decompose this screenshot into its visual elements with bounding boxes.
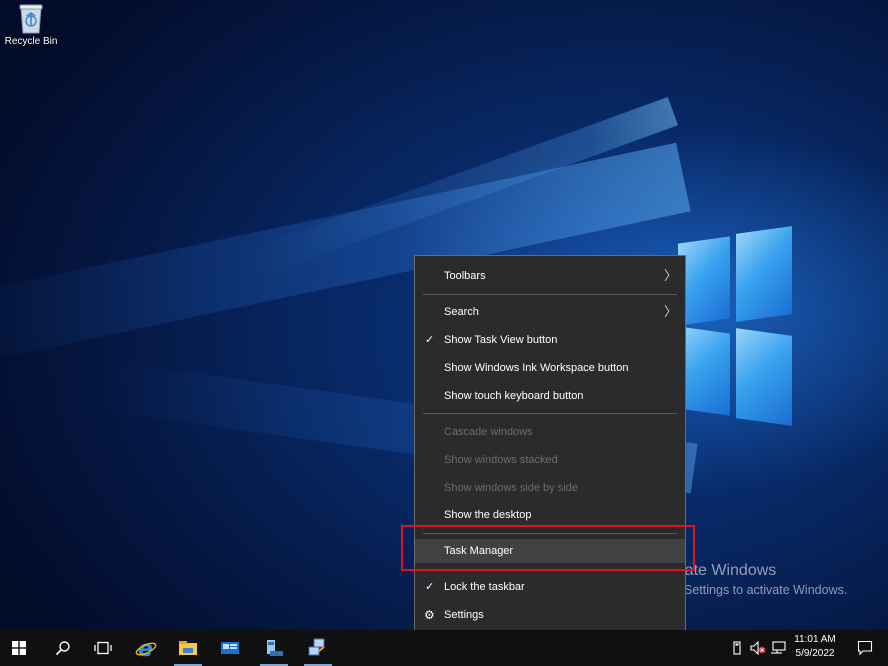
taskbar-clock[interactable]: 11:01 AM 5/9/2022 [790, 630, 840, 666]
menu-item-label: Show windows side by side [444, 482, 578, 494]
menu-item-label: Show Windows Ink Workspace button [444, 362, 629, 374]
usb-icon [733, 641, 741, 655]
menu-item-label: Show the desktop [444, 509, 532, 521]
recycle-bin-label: Recycle Bin [4, 36, 58, 47]
start-button[interactable] [2, 630, 36, 666]
menu-item-lock-taskbar[interactable]: ✓ Lock the taskbar [415, 575, 685, 599]
taskbar-context-menu: Toolbars 〉 Search 〉 ✓ Show Task View but… [414, 255, 686, 635]
volume-tray-button[interactable] [748, 630, 768, 666]
task-view-button[interactable] [86, 630, 120, 666]
volume-muted-icon [750, 641, 766, 655]
checkmark-icon: ✓ [425, 334, 435, 346]
menu-separator [423, 413, 677, 414]
action-center-icon [857, 640, 873, 656]
menu-item-cascade-windows: Cascade windows [415, 420, 685, 444]
chevron-right-icon: 〉 [663, 268, 677, 283]
network-tool-button[interactable] [256, 630, 292, 666]
search-icon [55, 641, 70, 656]
task-view-icon [94, 641, 112, 655]
highlight-box [401, 525, 695, 571]
menu-item-label: Lock the taskbar [444, 581, 525, 593]
menu-item-search[interactable]: Search 〉 [415, 300, 685, 324]
start-icon [12, 641, 26, 655]
menu-item-label: Show touch keyboard button [444, 390, 584, 402]
file-explorer-icon [179, 641, 197, 655]
usb-tray-button[interactable] [728, 630, 746, 666]
network-tray-icon [771, 641, 786, 654]
menu-item-label: Show Task View button [444, 334, 558, 346]
remote-desktop-icon [308, 638, 325, 656]
file-explorer-button[interactable] [170, 630, 206, 666]
menu-item-show-ink-workspace[interactable]: Show Windows Ink Workspace button [415, 356, 685, 380]
clock-time: 11:01 AM [794, 634, 836, 645]
server-manager-button[interactable] [212, 630, 248, 666]
menu-item-show-touch-keyboard[interactable]: Show touch keyboard button [415, 384, 685, 408]
chevron-right-icon: 〉 [663, 304, 677, 319]
server-manager-icon [221, 642, 239, 654]
recycle-bin[interactable]: Recycle Bin [2, 2, 60, 47]
taskbar[interactable]: e [0, 630, 888, 666]
menu-item-label: Settings [444, 609, 484, 621]
menu-item-show-desktop[interactable]: Show the desktop [415, 503, 685, 527]
menu-item-label: Cascade windows [444, 426, 533, 438]
recycle-bin-icon [19, 4, 43, 34]
menu-item-show-task-view[interactable]: ✓ Show Task View button [415, 328, 685, 352]
search-button[interactable] [46, 630, 80, 666]
action-center-button[interactable] [848, 630, 882, 666]
menu-item-windows-stacked: Show windows stacked [415, 448, 685, 472]
internet-explorer-button[interactable]: e [128, 630, 164, 666]
menu-separator [423, 294, 677, 295]
clock-date: 5/9/2022 [795, 648, 835, 659]
checkmark-icon: ✓ [425, 581, 435, 593]
menu-item-settings[interactable]: ⚙ Settings [415, 603, 685, 627]
internet-explorer-icon: e [135, 638, 157, 658]
network-tray-button[interactable] [768, 630, 788, 666]
gear-icon: ⚙ [424, 608, 435, 622]
menu-item-windows-side-by-side: Show windows side by side [415, 476, 685, 500]
menu-item-toolbars[interactable]: Toolbars 〉 [415, 264, 685, 288]
menu-item-label: Search [444, 306, 479, 318]
menu-item-label: Toolbars [444, 270, 486, 282]
remote-desktop-button[interactable] [300, 630, 336, 666]
menu-item-label: Show windows stacked [444, 454, 558, 466]
network-icon [267, 640, 283, 656]
